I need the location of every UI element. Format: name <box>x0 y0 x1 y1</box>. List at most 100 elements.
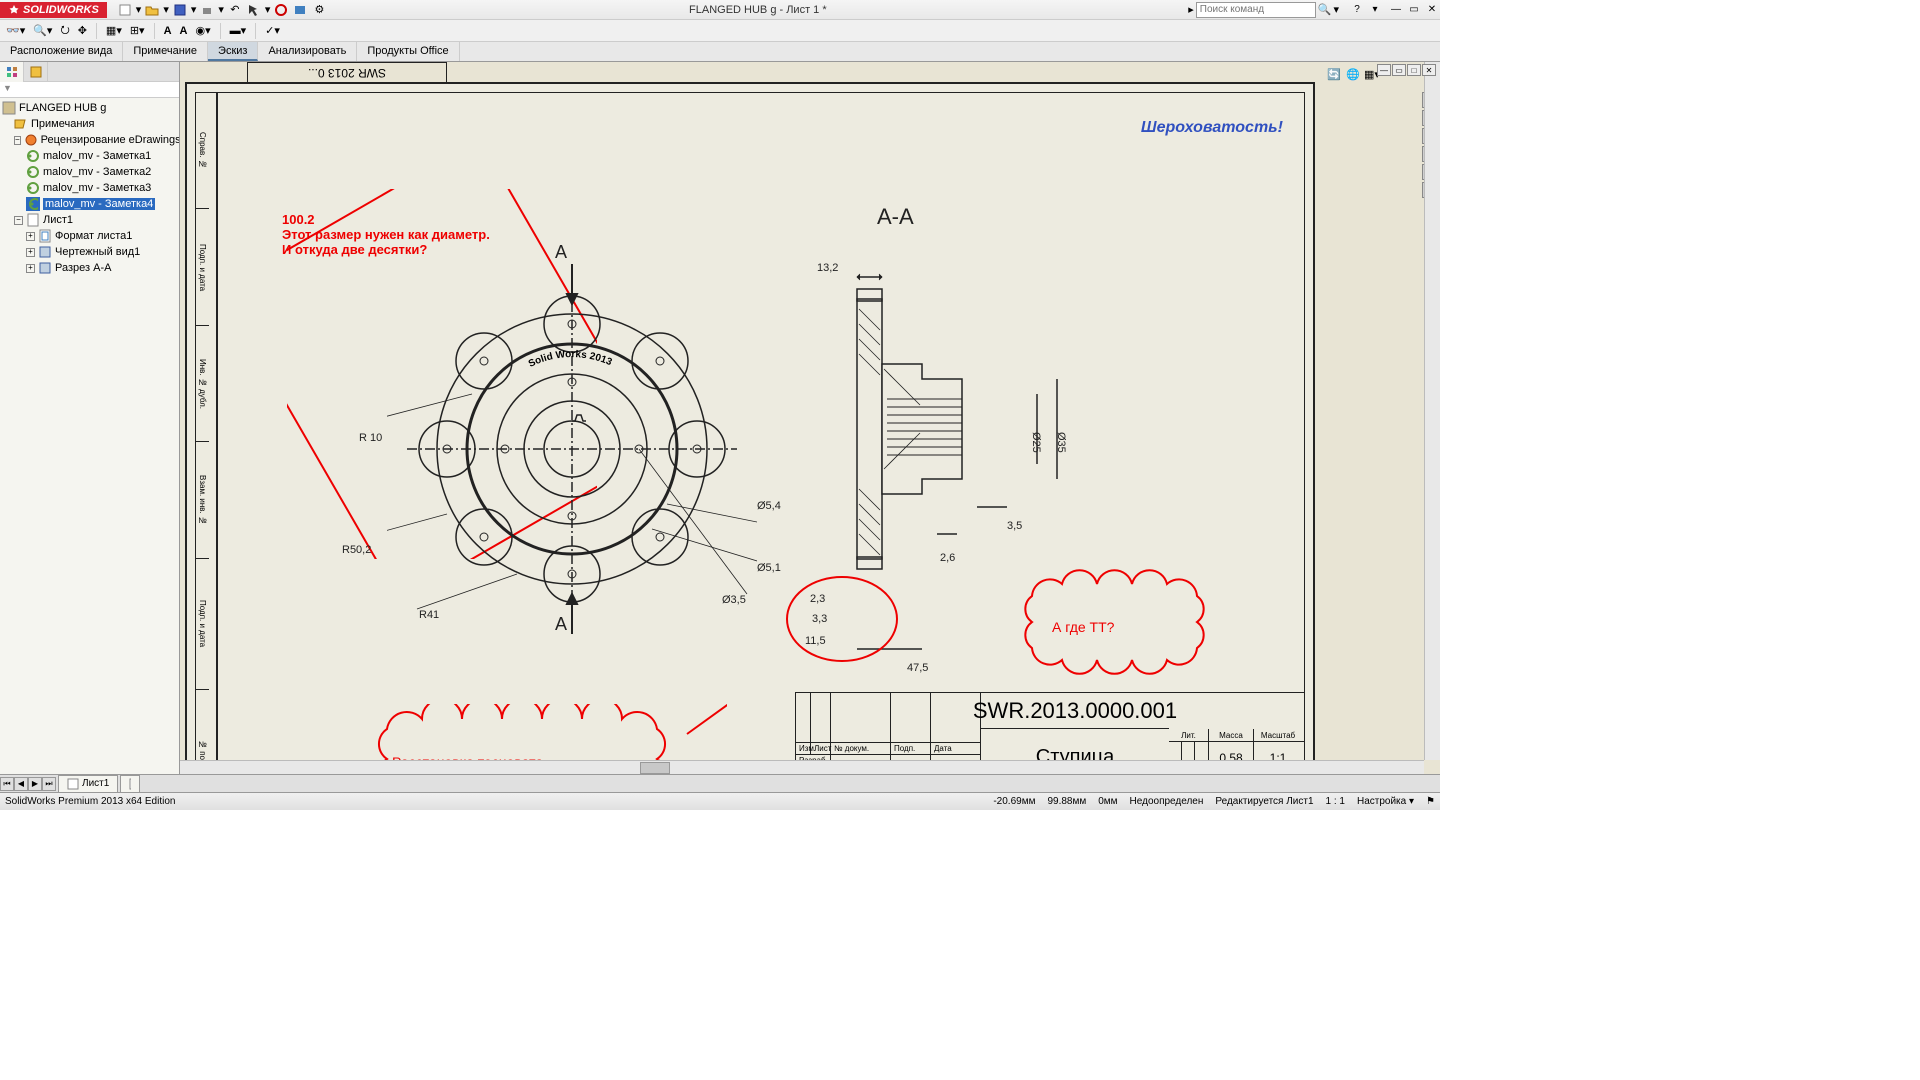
add-sheet-button[interactable] <box>120 775 140 793</box>
sheet-prev-icon[interactable]: ◀ <box>14 777 28 791</box>
options-icon[interactable] <box>292 2 308 18</box>
drawing-number: SWR.2013.0000.001 <box>981 693 1169 729</box>
mdi-max-icon[interactable]: □ <box>1407 64 1421 76</box>
tab-annotation[interactable]: Примечание <box>123 42 208 61</box>
titlebar: SOLIDWORKS ▾ ▾ ▾ ▾ ↶ ▾ ⚙ FLANGED HUB g -… <box>0 0 1440 20</box>
open-icon[interactable] <box>144 2 160 18</box>
tree-note-4[interactable]: malov_mv - Заметка4 <box>2 196 177 212</box>
settings-icon[interactable]: ⚙ <box>311 2 327 18</box>
statusbar: SolidWorks Premium 2013 x64 Edition -20.… <box>0 792 1440 810</box>
surface-icon[interactable]: ✓▾ <box>264 23 281 38</box>
tab-view-layout[interactable]: Расположение вида <box>0 42 123 61</box>
status-flag-icon[interactable]: ⚑ <box>1426 796 1435 807</box>
vscroll[interactable] <box>1424 62 1440 760</box>
feature-manager-panel: ▼ FLANGED HUB g Примечания −Рецензирован… <box>0 62 180 774</box>
tree-view1[interactable]: +Чертежный вид1 <box>2 244 177 260</box>
sheet-first-icon[interactable]: ⏮ <box>0 777 14 791</box>
expand-icon[interactable]: + <box>26 232 35 241</box>
feature-tree-tab[interactable] <box>0 62 24 82</box>
close-button[interactable]: ✕ <box>1424 3 1440 17</box>
drawing-sheet: SWR 2013 0... Справ. № Подп. и дата Инв.… <box>185 82 1315 774</box>
search-icon[interactable]: 🔍 <box>1318 3 1332 16</box>
balloon-icon[interactable]: ◉▾ <box>195 23 212 38</box>
feature-tree: FLANGED HUB g Примечания −Рецензирование… <box>0 98 179 774</box>
markup-circle[interactable] <box>782 569 912 679</box>
status-scale[interactable]: 1 : 1 <box>1326 796 1345 807</box>
minimize-button[interactable]: — <box>1388 3 1404 17</box>
tree-note-1[interactable]: malov_mv - Заметка1 <box>2 148 177 164</box>
restore-button[interactable]: ▭ <box>1406 3 1422 17</box>
collapse-icon[interactable]: − <box>14 216 23 225</box>
link-icon[interactable]: 👓▾ <box>5 23 26 38</box>
tree-edrawings[interactable]: −Рецензирование eDrawings <box>2 132 177 148</box>
zoom-fit-icon[interactable]: 🔍▾ <box>32 23 53 38</box>
view-normal-icon[interactable]: 🌐 <box>1345 66 1361 82</box>
collapse-icon[interactable]: − <box>14 136 21 145</box>
text2-icon[interactable]: A <box>179 24 189 38</box>
zoom-fit-icon[interactable]: 🔄 <box>1326 66 1342 82</box>
save-icon[interactable] <box>172 2 188 18</box>
rebuild-icon[interactable] <box>273 2 289 18</box>
tree-annotations[interactable]: Примечания <box>2 116 177 132</box>
text-icon[interactable]: A <box>163 24 173 38</box>
dim-d25[interactable]: Ø25 <box>1030 432 1042 453</box>
mdi-min-icon[interactable]: — <box>1377 64 1391 76</box>
section-arrow-a-top: A <box>555 242 567 263</box>
new-icon[interactable] <box>117 2 133 18</box>
tab-office[interactable]: Продукты Office <box>357 42 459 61</box>
dim-r10[interactable]: R 10 <box>359 432 382 444</box>
dim-d35[interactable]: Ø3,5 <box>722 594 746 606</box>
markup-cloud-2-text: А где ТТ? <box>1052 619 1114 635</box>
dim-r502[interactable]: R50,2 <box>342 544 371 556</box>
pan-icon[interactable]: ✥ <box>77 23 88 38</box>
ribbon-tabs: Расположение вида Примечание Эскиз Анали… <box>0 42 1440 62</box>
undo-icon[interactable]: ↶ <box>227 2 243 18</box>
dim-r41[interactable]: R41 <box>419 609 439 621</box>
app-logo: SOLIDWORKS <box>0 2 107 18</box>
front-view[interactable]: Solid Works 2013 <box>387 264 757 634</box>
mdi-restore-icon[interactable]: ▭ <box>1392 64 1406 76</box>
mdi-close-icon[interactable]: ✕ <box>1422 64 1436 76</box>
tree-sheet[interactable]: −Лист1 <box>2 212 177 228</box>
dim-d54[interactable]: Ø5,4 <box>757 500 781 512</box>
sheet-next-icon[interactable]: ▶ <box>28 777 42 791</box>
help-icon[interactable]: ? <box>1349 3 1365 17</box>
display-style-icon[interactable]: ▦▾ <box>105 23 123 38</box>
dim-35[interactable]: 3,5 <box>1007 520 1022 532</box>
status-z: 0мм <box>1098 796 1117 807</box>
orbit-icon[interactable]: ⭮ <box>59 20 70 41</box>
command-search: ▸ 🔍 ▾ <box>1188 2 1339 18</box>
hscroll[interactable] <box>180 760 1424 774</box>
markup-roughness[interactable]: Шероховатость! <box>1141 119 1283 137</box>
dim-d51[interactable]: Ø5,1 <box>757 562 781 574</box>
property-tab[interactable] <box>24 62 48 82</box>
tree-root[interactable]: FLANGED HUB g <box>2 100 177 116</box>
grid-icon[interactable]: ⊞▾ <box>129 23 146 38</box>
tree-format[interactable]: +Формат листа1 <box>2 228 177 244</box>
svg-text:Solid Works 2013: Solid Works 2013 <box>527 349 614 370</box>
sheet-last-icon[interactable]: ⏭ <box>42 777 56 791</box>
dim-132[interactable]: 13,2 <box>817 262 838 274</box>
drawing-canvas[interactable]: 🔄 🌐 ▦▾ — ▭ □ ✕ SWR 2013 0... Справ. <box>180 62 1440 774</box>
tab-sketch[interactable]: Эскиз <box>208 42 258 61</box>
mdi-controls: — ▭ □ ✕ <box>1377 64 1436 76</box>
tree-note-3[interactable]: malov_mv - Заметка3 <box>2 180 177 196</box>
side-label: Инв. № дубл. <box>196 326 209 442</box>
side-label: Подп. и дата <box>196 559 209 690</box>
layer-icon[interactable]: ▬▾ <box>229 23 248 38</box>
status-settings[interactable]: Настройка ▾ <box>1357 796 1414 807</box>
tree-note-2[interactable]: malov_mv - Заметка2 <box>2 164 177 180</box>
sheet-tab-1[interactable]: Лист1 <box>58 775 118 793</box>
tab-evaluate[interactable]: Анализировать <box>258 42 357 61</box>
expand-icon[interactable]: + <box>26 264 35 273</box>
tree-section[interactable]: +Разрез A-A <box>2 260 177 276</box>
print-icon[interactable] <box>199 2 215 18</box>
dim-26[interactable]: 2,6 <box>940 552 955 564</box>
search-input[interactable] <box>1196 2 1316 18</box>
expand-icon[interactable]: + <box>26 248 35 257</box>
dim-d35v[interactable]: Ø35 <box>1055 432 1067 453</box>
search-prefix-icon: ▸ <box>1188 3 1194 16</box>
select-icon[interactable] <box>246 2 262 18</box>
tree-filter[interactable]: ▼ <box>0 82 179 98</box>
heads-up-toolbar: 🔄 🌐 ▦▾ <box>1326 66 1380 82</box>
